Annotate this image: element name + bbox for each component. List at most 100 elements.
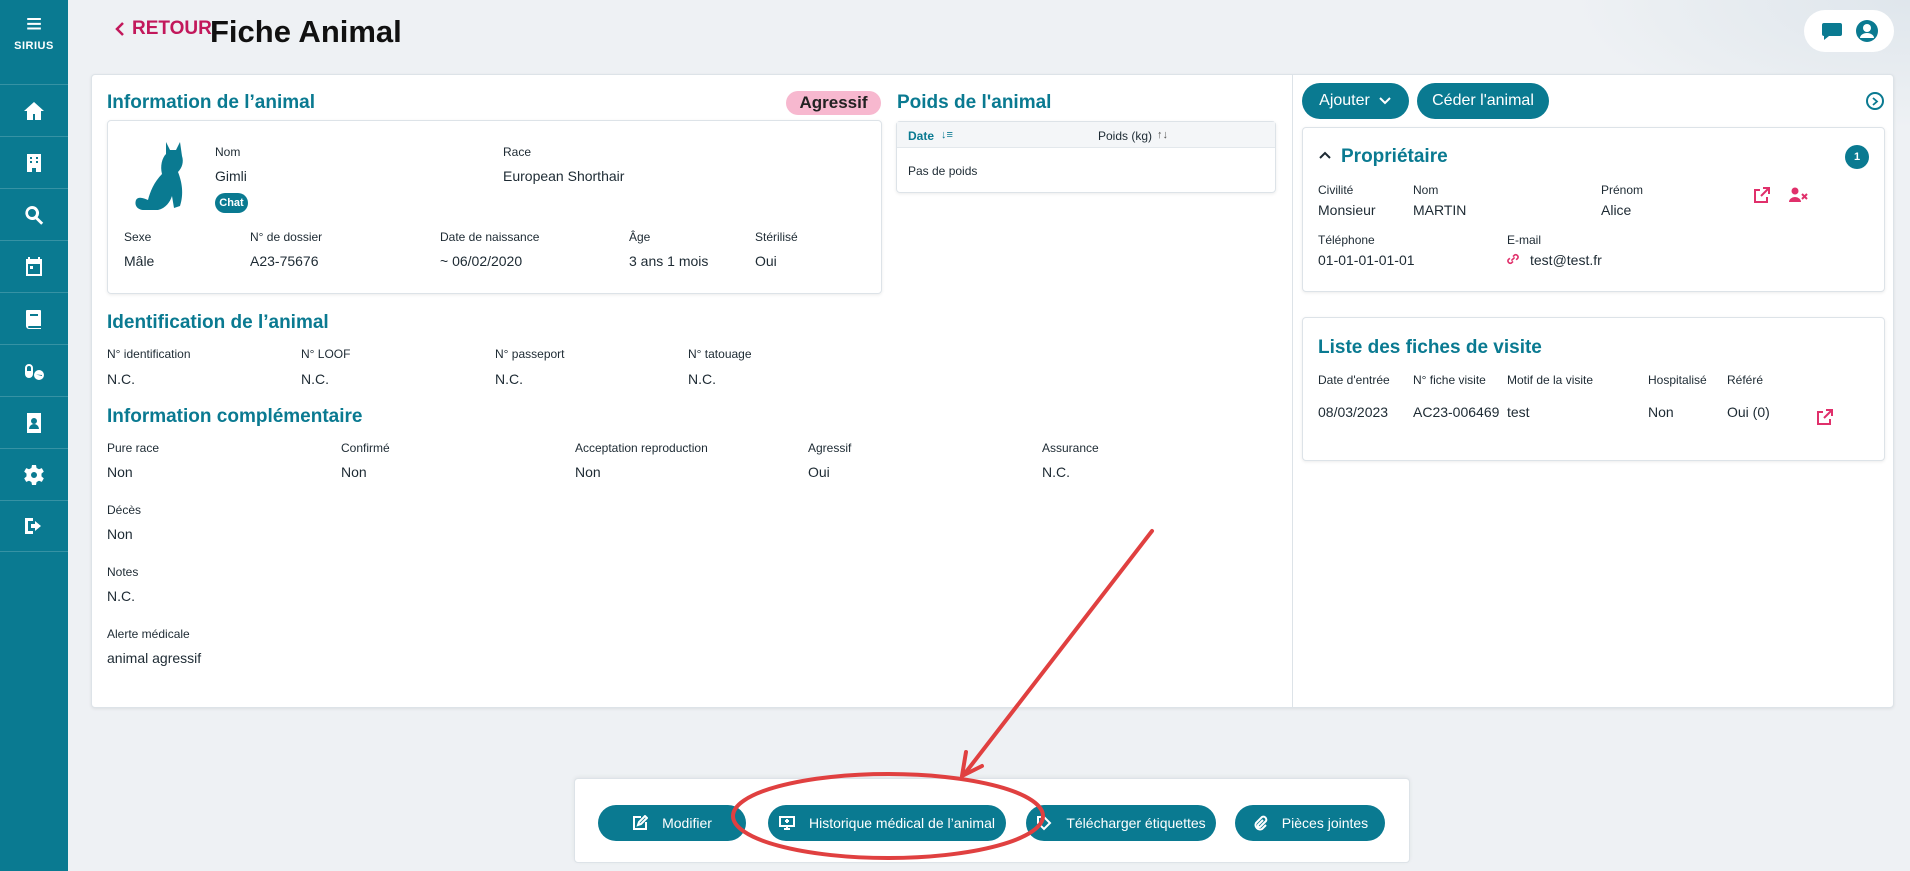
visits-col-hospitalise: Hospitalisé <box>1648 373 1707 387</box>
tag-icon <box>1037 816 1052 831</box>
modify-button[interactable]: Modifier <box>598 805 746 841</box>
age-value: 3 ans 1 mois <box>629 253 709 269</box>
civilite-value: Monsieur <box>1318 202 1376 218</box>
sexe-value: Mâle <box>124 253 155 269</box>
add-dropdown-button[interactable]: Ajouter <box>1302 83 1409 119</box>
chevron-up-icon[interactable] <box>1318 150 1332 160</box>
download-labels-label: Télécharger étiquettes <box>1066 815 1206 831</box>
sidebar-item-calendar[interactable] <box>0 240 68 292</box>
identification-value: N.C. <box>107 371 135 387</box>
assurance-value: N.C. <box>1042 464 1070 480</box>
sidebar-item-book[interactable] <box>0 292 68 344</box>
weight-poids-header[interactable]: Poids (kg) <box>1098 129 1152 143</box>
loof-value: N.C. <box>301 371 329 387</box>
race-value: European Shorthair <box>503 168 625 184</box>
prenom-label: Prénom <box>1601 183 1644 197</box>
sidebar-item-settings[interactable] <box>0 448 68 500</box>
weight-date-header[interactable]: Date <box>908 129 934 143</box>
hamburger-menu-icon[interactable]: ≡ <box>0 10 68 38</box>
back-button[interactable]: RETOUR <box>114 18 212 40</box>
reproduction-label: Acceptation reproduction <box>575 441 708 455</box>
chevron-left-icon <box>115 22 124 36</box>
visits-title: Liste des fiches de visite <box>1318 337 1542 358</box>
external-link-icon[interactable] <box>1752 185 1772 205</box>
pure-race-label: Pure race <box>107 441 160 455</box>
sort-icon[interactable]: ↑↓ <box>1157 129 1168 141</box>
download-labels-button[interactable]: Télécharger étiquettes <box>1026 805 1216 841</box>
sort-desc-icon[interactable]: ↓≡ <box>941 129 953 141</box>
add-button-label: Ajouter <box>1319 92 1370 109</box>
modify-label: Modifier <box>662 815 712 831</box>
tatouage-label: N° tatouage <box>688 347 752 361</box>
sterilise-value: Oui <box>755 253 777 269</box>
complementary-title: Information complémentaire <box>107 406 363 427</box>
attachments-button[interactable]: Pièces jointes <box>1235 805 1385 841</box>
attachments-label: Pièces jointes <box>1281 815 1369 831</box>
header-icon-group <box>1804 10 1894 52</box>
telephone-label: Téléphone <box>1318 233 1375 247</box>
chat-bubble-icon[interactable] <box>1818 17 1846 45</box>
sidebar-brand[interactable]: ≡ SIRIUS <box>0 10 68 53</box>
visits-col-date: Date d'entrée <box>1318 373 1390 387</box>
sidebar-item-search[interactable] <box>0 188 68 240</box>
pure-race-value: Non <box>107 464 133 480</box>
monitor-icon <box>779 816 795 830</box>
sidebar-item-pharmacy[interactable] <box>0 344 68 396</box>
page-title: Fiche Animal <box>210 14 402 49</box>
sidebar-item-establishment[interactable] <box>0 136 68 188</box>
species-badge: Chat <box>215 193 248 213</box>
visits-col-motif: Motif de la visite <box>1507 373 1594 387</box>
medical-history-button[interactable]: Historique médical de l’animal <box>768 805 1006 841</box>
owner-count-badge: 1 <box>1845 145 1869 169</box>
transfer-animal-button[interactable]: Céder l'animal <box>1417 83 1549 119</box>
identification-title: Identification de l’animal <box>107 312 329 333</box>
reproduction-value: Non <box>575 464 601 480</box>
weight-table: Date ↓≡ Poids (kg) ↑↓ Pas de poids <box>896 121 1276 193</box>
remove-user-icon[interactable] <box>1788 185 1808 205</box>
email-value[interactable]: test@test.fr <box>1530 252 1602 268</box>
tatouage-value: N.C. <box>688 371 716 387</box>
prenom-value: Alice <box>1601 202 1632 218</box>
deces-label: Décès <box>107 503 142 517</box>
link-icon[interactable] <box>1505 251 1521 267</box>
owner-nom-value: MARTIN <box>1413 202 1467 218</box>
chevron-down-icon <box>1379 97 1391 105</box>
weight-title: Poids de l'animal <box>897 92 1052 113</box>
passeport-value: N.C. <box>495 371 523 387</box>
search-icon <box>25 205 44 225</box>
alerte-label: Alerte médicale <box>107 627 190 641</box>
sidebar-item-contacts[interactable] <box>0 396 68 448</box>
alerte-value: animal agressif <box>107 650 202 666</box>
owner-nom-label: Nom <box>1413 183 1439 197</box>
weight-empty-text: Pas de poids <box>908 164 978 178</box>
sidebar: ≡ SIRIUS <box>0 0 68 871</box>
deces-value: Non <box>107 526 133 542</box>
user-icon[interactable] <box>1853 17 1881 45</box>
visit-date: 08/03/2023 <box>1318 404 1389 420</box>
confirme-label: Confirmé <box>341 441 390 455</box>
sidebar-item-logout[interactable] <box>0 500 68 552</box>
cat-icon <box>135 142 183 210</box>
logout-icon <box>25 518 41 534</box>
agressif-label: Agressif <box>808 441 852 455</box>
assurance-label: Assurance <box>1042 441 1099 455</box>
calendar-icon <box>26 256 42 276</box>
sterilise-label: Stérilisé <box>755 230 798 244</box>
column-divider <box>1292 74 1293 708</box>
owner-title[interactable]: Propriétaire <box>1341 146 1448 168</box>
notes-label: Notes <box>107 565 139 579</box>
nom-value: Gimli <box>215 168 247 184</box>
paperclip-icon <box>1254 815 1268 831</box>
telephone-value: 01-01-01-01-01 <box>1318 252 1415 268</box>
passeport-label: N° passeport <box>495 347 565 361</box>
sidebar-item-home[interactable] <box>0 84 68 136</box>
external-link-icon[interactable] <box>1815 407 1835 427</box>
naissance-label: Date de naissance <box>440 230 540 244</box>
circle-chevron-right-icon[interactable] <box>1866 92 1884 110</box>
race-label: Race <box>503 145 532 159</box>
age-label: Âge <box>629 230 651 244</box>
confirme-value: Non <box>341 464 367 480</box>
medical-history-label: Historique médical de l’animal <box>809 815 995 831</box>
sexe-label: Sexe <box>124 230 152 244</box>
page-header: RETOUR Fiche Animal <box>68 0 1910 64</box>
